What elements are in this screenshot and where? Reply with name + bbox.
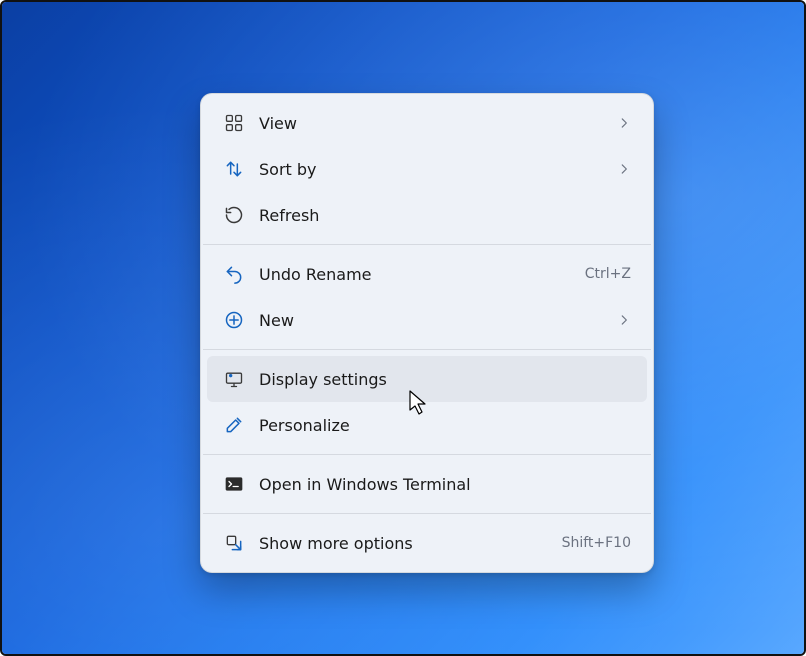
menu-item-label: New: [259, 311, 603, 330]
menu-item-label: View: [259, 114, 603, 133]
menu-item-label: Open in Windows Terminal: [259, 475, 631, 494]
display-settings-icon: [223, 368, 245, 390]
menu-item-label: Sort by: [259, 160, 603, 179]
menu-item-shortcut: Ctrl+Z: [585, 266, 631, 282]
menu-item-label: Personalize: [259, 416, 631, 435]
chevron-right-icon: [617, 313, 631, 327]
menu-item-undo[interactable]: Undo Rename Ctrl+Z: [207, 251, 647, 297]
sort-icon: [223, 158, 245, 180]
menu-item-show-more[interactable]: Show more options Shift+F10: [207, 520, 647, 566]
brush-icon: [223, 414, 245, 436]
menu-item-new[interactable]: New: [207, 297, 647, 343]
menu-separator: [203, 513, 651, 514]
menu-item-sort-by[interactable]: Sort by: [207, 146, 647, 192]
menu-item-view[interactable]: View: [207, 100, 647, 146]
grid-icon: [223, 112, 245, 134]
menu-item-open-terminal[interactable]: Open in Windows Terminal: [207, 461, 647, 507]
desktop-context-menu: View Sort by Refresh: [200, 93, 654, 573]
menu-separator: [203, 349, 651, 350]
menu-item-refresh[interactable]: Refresh: [207, 192, 647, 238]
chevron-right-icon: [617, 162, 631, 176]
menu-separator: [203, 244, 651, 245]
menu-item-label: Show more options: [259, 534, 548, 553]
terminal-icon: [223, 473, 245, 495]
plus-circle-icon: [223, 309, 245, 331]
window-frame: View Sort by Refresh: [0, 0, 806, 656]
menu-item-display-settings[interactable]: Display settings: [207, 356, 647, 402]
chevron-right-icon: [617, 116, 631, 130]
menu-item-personalize[interactable]: Personalize: [207, 402, 647, 448]
refresh-icon: [223, 204, 245, 226]
menu-item-label: Display settings: [259, 370, 631, 389]
menu-item-shortcut: Shift+F10: [562, 535, 631, 551]
menu-separator: [203, 454, 651, 455]
undo-icon: [223, 263, 245, 285]
menu-item-label: Refresh: [259, 206, 631, 225]
expand-icon: [223, 532, 245, 554]
menu-item-label: Undo Rename: [259, 265, 571, 284]
